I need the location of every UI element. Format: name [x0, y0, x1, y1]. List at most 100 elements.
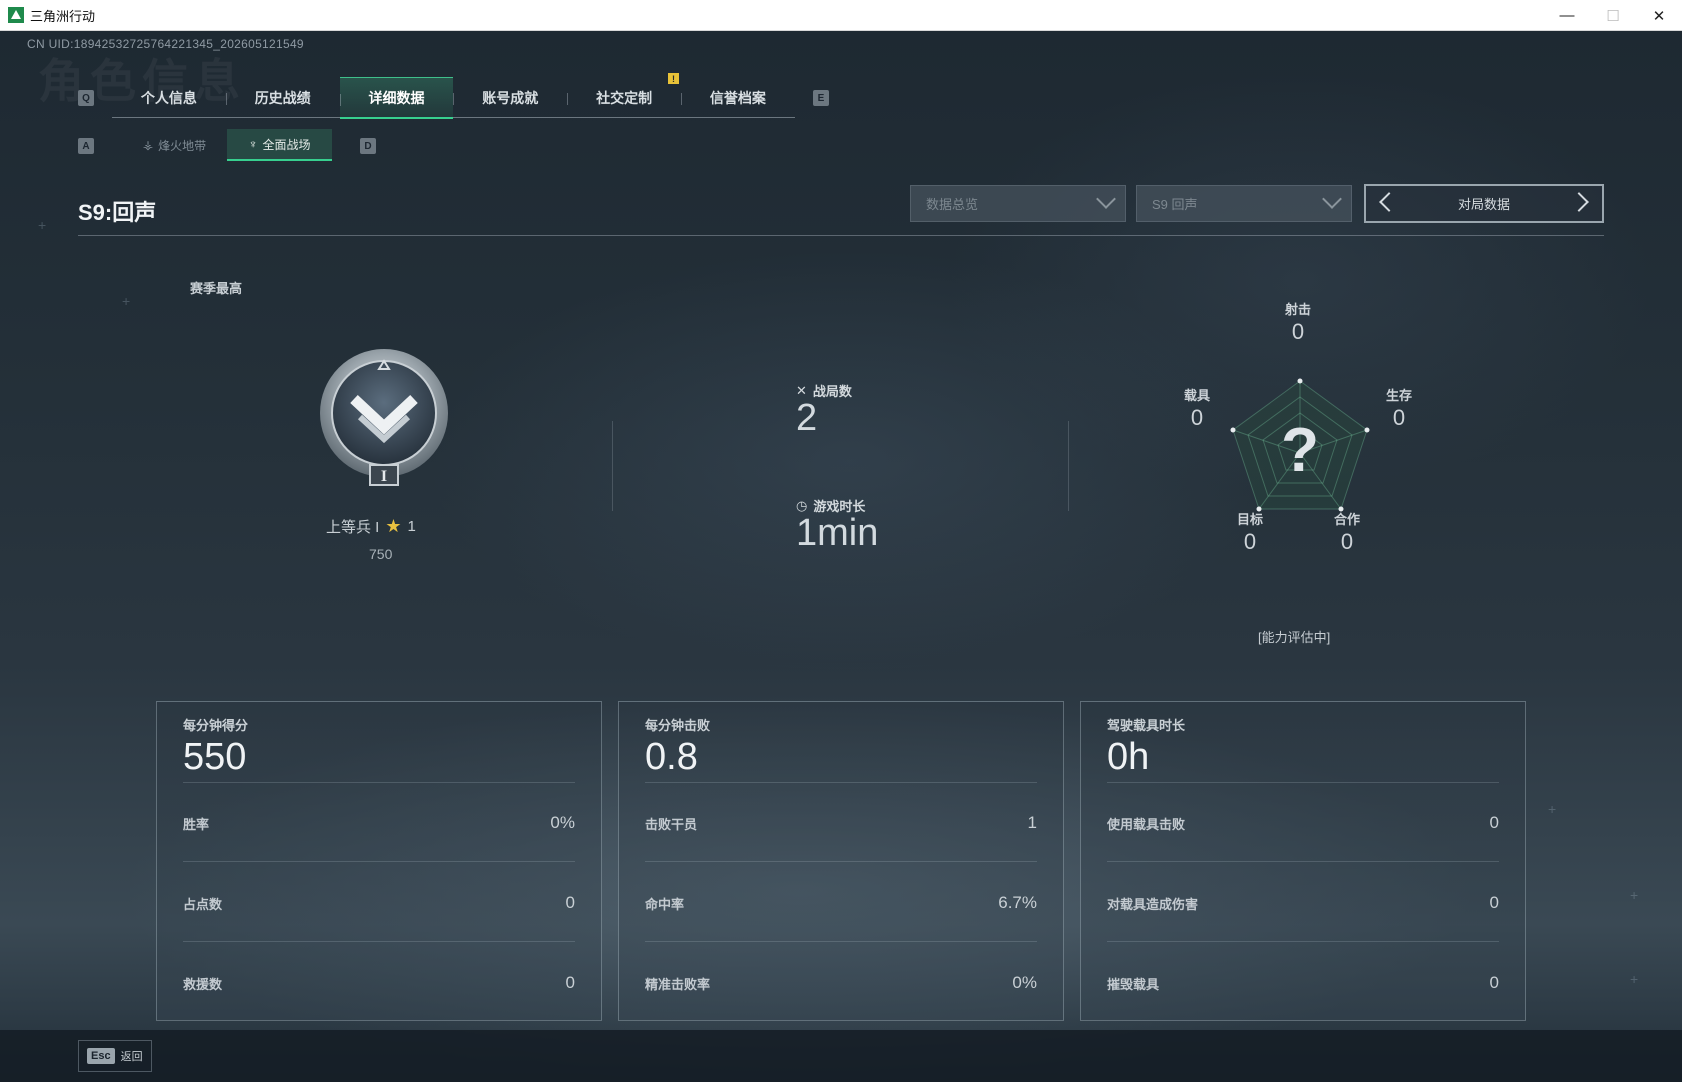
row-value: 0 [1489, 893, 1499, 912]
card-divider [183, 782, 575, 783]
back-button[interactable]: Esc 返回 [78, 1040, 152, 1072]
window-title: 三角洲行动 [30, 8, 96, 24]
tab-achievements[interactable]: 账号成就 [453, 77, 567, 118]
matches-value: 2 [796, 397, 818, 439]
key-hint-a: A [78, 138, 94, 154]
radar-axis-label: 合作 [1333, 512, 1360, 527]
row-label: 击败干员 [645, 816, 698, 832]
row-value: 0 [565, 973, 575, 992]
row-label: 救援数 [183, 976, 223, 992]
radar-axis-value: 0 [1243, 529, 1257, 554]
card-divider [1107, 941, 1499, 942]
card-row: 精准击败率 0% [645, 972, 1037, 994]
main-tab-bar: 个人信息 历史战绩 详细数据 账号成就 社交定制 信誉档案 [112, 77, 795, 119]
row-label: 使用载具击败 [1107, 816, 1186, 832]
row-value: 0 [1489, 813, 1499, 832]
game-viewport: 角色信息 CN UID:189425327257642213​45_202605… [0, 31, 1682, 1082]
footer-bar: Esc 返回 [0, 1030, 1682, 1082]
hazard-zone-icon: ⚶ [142, 138, 154, 152]
row-label: 胜率 [183, 816, 210, 832]
tab-credit-record[interactable]: 信誉档案 [680, 77, 795, 118]
row-value: 1 [1027, 813, 1037, 832]
chevron-down-icon [1322, 189, 1342, 209]
card-row: 使用载具击败 0 [1107, 812, 1499, 834]
row-label: 对载具造成伤害 [1107, 896, 1199, 912]
app-logo-icon [8, 7, 24, 23]
radar-status-note: [能力评估中] [1258, 630, 1331, 645]
key-hint-d: D [360, 138, 376, 154]
subtab-label: 烽火地带 [158, 138, 207, 153]
close-button[interactable]: ✕ [1636, 0, 1682, 31]
chevron-left-icon[interactable] [1379, 192, 1399, 212]
card-divider [1107, 861, 1499, 862]
playtime-value: 1min [796, 512, 879, 554]
badge-numeral: I [381, 468, 387, 485]
divider [1068, 421, 1069, 511]
key-hint-e: E [813, 90, 829, 106]
decor-plus-icon: + [1630, 971, 1639, 987]
row-label: 命中率 [645, 896, 685, 912]
card-header: 每分钟得分 [183, 718, 249, 733]
minimize-button[interactable]: — [1544, 0, 1590, 31]
rank-badge-icon: I [320, 349, 448, 486]
esc-key-hint: Esc [87, 1048, 115, 1064]
data-overview-dropdown[interactable]: 数据总览 [910, 185, 1126, 222]
row-value: 0% [1012, 973, 1037, 992]
card-row: 占点数 0 [183, 892, 575, 914]
row-label: 摧毁载具 [1107, 976, 1160, 992]
card-row: 对载具造成伤害 0 [1107, 892, 1499, 914]
row-value: 0 [1489, 973, 1499, 992]
decor-plus-icon: + [1548, 801, 1557, 817]
season-dropdown[interactable]: S9 回声 [1136, 185, 1352, 222]
row-value: 0 [565, 893, 575, 912]
card-divider [1107, 782, 1499, 783]
chevron-down-icon [1096, 189, 1116, 209]
radar-axis-value: 0 [1291, 319, 1305, 344]
card-divider [645, 782, 1037, 783]
decor-plus-icon: + [38, 217, 47, 233]
card-divider [645, 861, 1037, 862]
radar-axis-value: 0 [1392, 405, 1406, 430]
tab-personal-info[interactable]: 个人信息 [112, 77, 226, 118]
rank-name: 上等兵 I ★ 1 [326, 516, 416, 537]
chevron-right-icon[interactable] [1569, 192, 1589, 212]
row-label: 精准击败率 [645, 976, 711, 992]
card-big-value: 0.8 [645, 736, 698, 778]
radar-axis-label: 目标 [1236, 512, 1263, 527]
row-label: 占点数 [183, 896, 223, 912]
radar-axis-value: 0 [1190, 405, 1204, 430]
dropdown-value: 数据总览 [926, 197, 979, 212]
rank-score: 750 [369, 546, 393, 562]
card-row: 击败干员 1 [645, 812, 1037, 834]
pager-label: 对局数据 [1457, 197, 1510, 212]
user-uid: CN UID:189425327257642213​45_20260512154… [27, 37, 304, 51]
maximize-button[interactable]: ☐ [1590, 0, 1636, 31]
card-divider [183, 861, 575, 862]
subtab-label: 全面战场 [262, 137, 311, 152]
card-row: 胜率 0% [183, 812, 575, 834]
card-header: 每分钟击败 [645, 718, 711, 733]
tab-social-custom[interactable]: 社交定制 [567, 77, 681, 118]
tab-match-history[interactable]: 历史战绩 [225, 77, 340, 118]
card-row: 摧毁载具 0 [1107, 972, 1499, 994]
card-row: 命中率 6.7% [645, 892, 1037, 914]
subtab-all-out-warfare[interactable]: ♆ 全面战场 [227, 129, 332, 161]
radar-axis-value: 0 [1340, 529, 1354, 554]
season-title: S9:回声 [78, 200, 157, 225]
stat-card-score: 每分钟得分 550 胜率 0% 占点数 0 救援数 0 [156, 701, 602, 1021]
stat-card-kills: 每分钟击败 0.8 击败干员 1 命中率 6.7% 精准击败率 0% [618, 701, 1064, 1021]
radar-axis-label: 载具 [1183, 388, 1210, 403]
notice-icon: ! [668, 73, 679, 84]
decor-plus-icon: + [122, 293, 131, 309]
tab-detailed-data[interactable]: 详细数据 [339, 77, 454, 119]
star-icon: ★ [385, 516, 402, 536]
match-data-pager: 对局数据 [1364, 184, 1604, 223]
rank-title: 上等兵 I [326, 519, 380, 536]
dropdown-value: S9 回声 [1152, 197, 1198, 212]
stat-card-vehicle: 驾驶载具时长 0h 使用载具击败 0 对载具造成伤害 0 摧毁载具 0 [1080, 701, 1526, 1021]
warfare-icon: ♆ [248, 137, 258, 151]
sub-tab-bar: ⚶ 烽火地带 ♆ 全面战场 [122, 129, 332, 161]
row-value: 6.7% [998, 893, 1037, 912]
subtab-hazard-zone[interactable]: ⚶ 烽火地带 [122, 129, 227, 161]
back-label: 返回 [120, 1051, 143, 1063]
